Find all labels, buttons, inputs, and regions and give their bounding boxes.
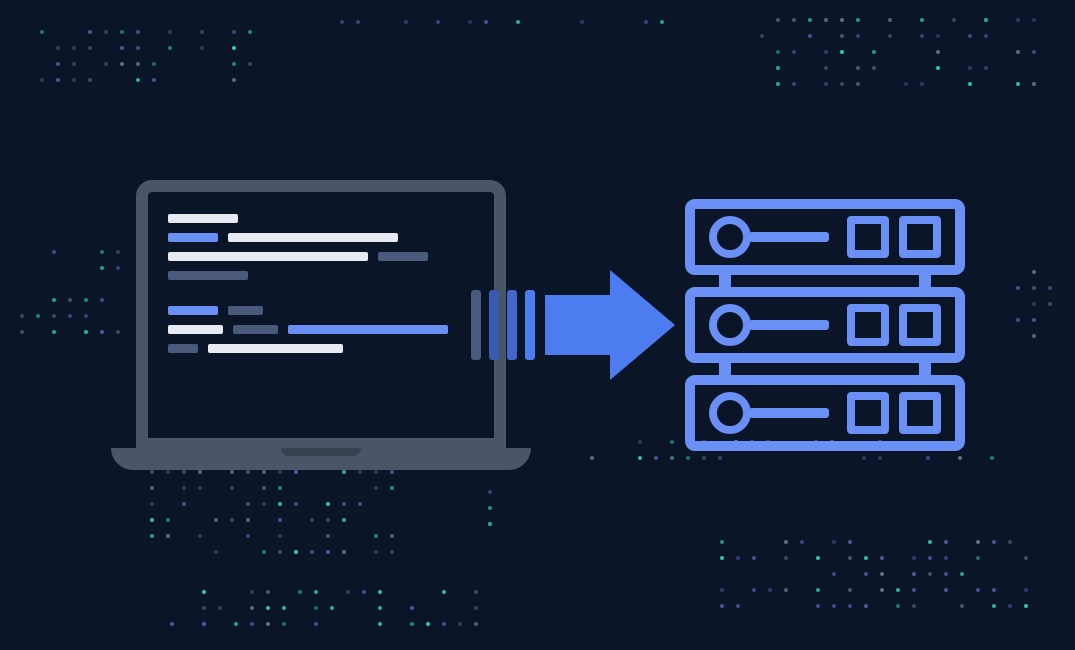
laptop-trackpad-notch [281, 448, 361, 456]
main-composition [111, 180, 965, 470]
server-rack-icon [685, 199, 965, 451]
server-rack-unit [685, 287, 965, 363]
arrow-trail-icon [471, 290, 535, 360]
code-snippet [168, 214, 474, 353]
arrow-right-icon [545, 270, 675, 380]
transfer-arrow [471, 270, 675, 380]
laptop-base [111, 448, 531, 470]
deployment-illustration [0, 0, 1075, 650]
server-rack-unit [685, 199, 965, 275]
laptop-icon [111, 180, 531, 470]
server-rack-unit [685, 375, 965, 451]
laptop-screen [136, 180, 506, 450]
